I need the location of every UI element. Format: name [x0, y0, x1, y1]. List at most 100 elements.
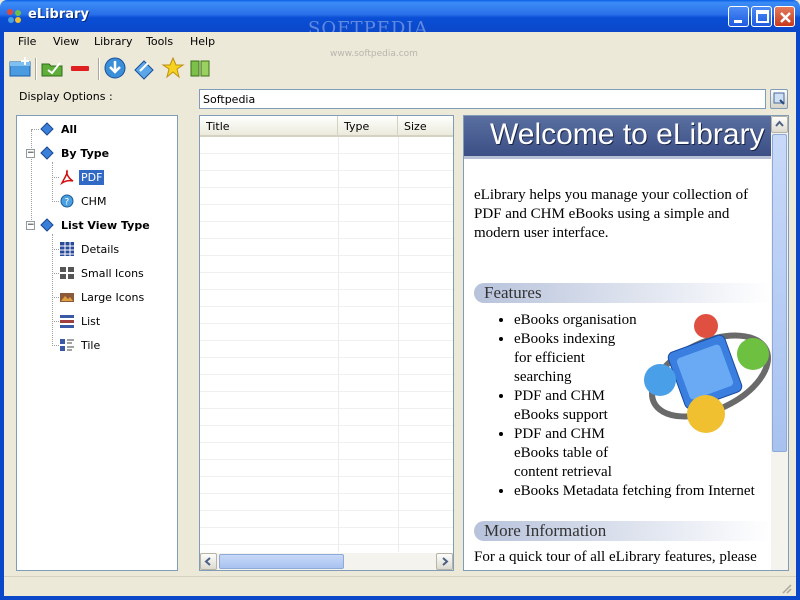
book-icon — [40, 218, 54, 232]
collapse-list-view-type[interactable]: − — [26, 221, 35, 230]
tree-connector — [52, 177, 59, 178]
book-icon — [40, 122, 54, 136]
toolbar — [4, 54, 796, 84]
scroll-thumb[interactable] — [219, 554, 344, 569]
tree-connector — [52, 201, 59, 202]
tree-connector — [31, 130, 32, 228]
app-icon — [7, 9, 21, 23]
large-icons-view-icon — [60, 293, 74, 302]
vertical-scrollbar[interactable] — [771, 116, 788, 570]
tree-connector — [52, 273, 59, 274]
svg-text:?: ? — [65, 198, 70, 208]
favorite-star-icon[interactable] — [161, 56, 185, 80]
menu-library[interactable]: Library — [94, 35, 132, 48]
pdf-icon — [60, 169, 74, 185]
maximize-button[interactable] — [751, 6, 772, 27]
scroll-thumb[interactable] — [772, 134, 787, 452]
arrow-left-icon — [204, 557, 211, 566]
library-book-icon[interactable] — [188, 56, 212, 80]
resize-grip-icon[interactable] — [780, 582, 792, 594]
menu-tools[interactable]: Tools — [146, 35, 173, 48]
open-folder-icon[interactable] — [40, 56, 64, 80]
list-view-icon — [60, 315, 74, 328]
column-divider — [338, 137, 339, 552]
column-size[interactable]: Size — [398, 116, 453, 136]
elibrary-logo-illustration — [644, 314, 771, 433]
tile-view-icon — [60, 339, 74, 351]
scroll-right-button[interactable] — [436, 553, 453, 570]
collapse-by-type[interactable]: − — [26, 149, 35, 158]
tree-label: All — [61, 122, 78, 136]
arrow-up-icon — [775, 120, 784, 127]
horizontal-scrollbar[interactable] — [200, 553, 453, 570]
status-bar — [4, 576, 796, 596]
feature-item: PDF and CHM eBooks table of content retr… — [514, 425, 634, 482]
tree-item-large-icons[interactable]: Large Icons — [59, 288, 146, 306]
tree-connector — [52, 234, 53, 346]
column-type[interactable]: Type — [338, 116, 398, 136]
list-rows[interactable] — [200, 137, 453, 552]
search-icon — [773, 92, 785, 105]
window-frame-bottom — [0, 596, 800, 600]
tree-item-list-view-type[interactable]: List View Type — [39, 216, 152, 234]
welcome-panel[interactable]: Welcome to eLibrary eLibrary helps you m… — [463, 115, 789, 571]
more-information-text: For a quick tour of all eLibrary feature… — [474, 549, 757, 565]
tree-label: CHM — [81, 194, 107, 208]
tree-item-tile[interactable]: Tile — [59, 336, 102, 354]
display-options-tree[interactable]: All − By Type PDF ? CHM − List View Type… — [16, 115, 178, 571]
tree-label: PDF — [79, 169, 105, 185]
feature-item: eBooks Metadata fetching from Internet — [514, 482, 784, 501]
search-input[interactable] — [199, 89, 766, 109]
details-view-icon — [60, 242, 74, 256]
intro-text: eLibrary helps you manage your collectio… — [474, 187, 749, 241]
tree-item-all[interactable]: All — [39, 120, 79, 138]
scroll-left-button[interactable] — [200, 553, 217, 570]
display-options-label: Display Options : — [19, 90, 113, 103]
toolbar-separator — [35, 58, 37, 80]
menu-help[interactable]: Help — [190, 35, 215, 48]
edit-book-icon[interactable] — [132, 56, 156, 80]
close-button[interactable] — [774, 6, 795, 27]
book-list-view[interactable]: Title Type Size — [199, 115, 454, 571]
tree-item-small-icons[interactable]: Small Icons — [59, 264, 146, 282]
column-title[interactable]: Title — [200, 116, 338, 136]
toolbar-separator — [98, 58, 100, 80]
list-header: Title Type Size — [200, 116, 453, 137]
tree-item-list[interactable]: List — [59, 312, 102, 330]
tree-item-pdf[interactable]: PDF — [59, 168, 105, 186]
feature-item: PDF and CHM eBooks support — [514, 387, 634, 425]
book-icon — [40, 146, 54, 160]
tree-connector — [52, 162, 53, 202]
download-icon[interactable] — [103, 56, 127, 80]
tree-label: List View Type — [61, 218, 150, 232]
tree-label: Large Icons — [81, 290, 145, 304]
welcome-banner: Welcome to eLibrary — [464, 116, 774, 159]
tree-connector — [31, 129, 39, 130]
small-icons-view-icon — [60, 267, 74, 279]
menu-view[interactable]: View — [53, 35, 79, 48]
column-divider — [398, 137, 399, 552]
tree-item-chm[interactable]: ? CHM — [59, 192, 108, 210]
tree-label: Small Icons — [81, 266, 144, 280]
title-bar[interactable]: eLibrary SOFTPEDIA — [0, 0, 800, 39]
tree-item-by-type[interactable]: By Type — [39, 144, 111, 162]
scroll-up-button[interactable] — [771, 116, 788, 133]
tree-connector — [52, 249, 59, 250]
new-library-icon[interactable] — [8, 56, 32, 80]
tree-label: By Type — [61, 146, 110, 160]
menu-file[interactable]: File — [18, 35, 36, 48]
tree-connector — [52, 297, 59, 298]
welcome-banner-text: Welcome to eLibrary — [490, 118, 765, 151]
arrow-right-icon — [442, 557, 449, 566]
window-frame-left — [0, 32, 4, 600]
window-frame-right — [796, 32, 800, 600]
search-button[interactable] — [770, 89, 788, 109]
tree-connector — [52, 345, 59, 346]
tree-item-details[interactable]: Details — [59, 240, 121, 258]
remove-icon[interactable] — [68, 56, 92, 80]
tree-label: Tile — [81, 338, 101, 352]
features-header: Features — [474, 283, 772, 303]
tree-label: Details — [81, 242, 120, 256]
minimize-button[interactable] — [728, 6, 749, 27]
more-information-header: More Information — [474, 521, 772, 541]
